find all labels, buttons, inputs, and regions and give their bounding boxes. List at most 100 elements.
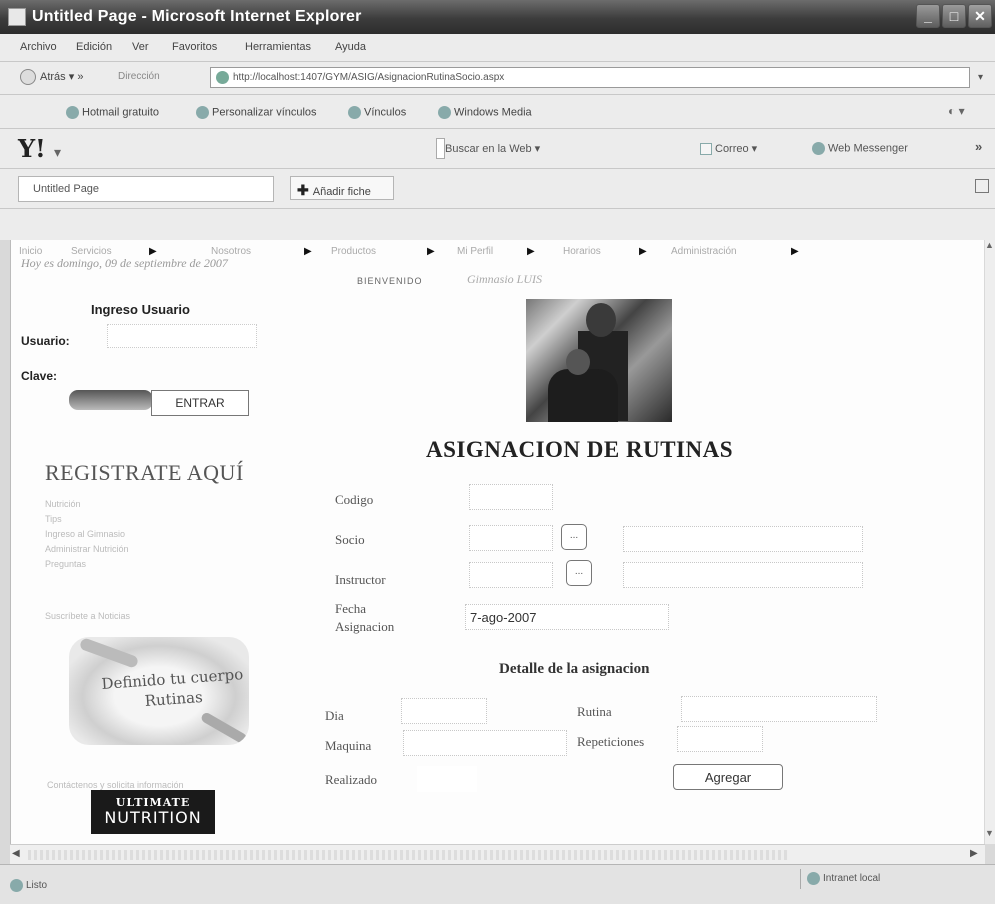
menu-archivo[interactable]: Archivo xyxy=(20,41,57,53)
globe-icon xyxy=(348,106,361,119)
password-input[interactable] xyxy=(69,390,153,410)
password-label: Clave: xyxy=(21,369,58,383)
title-bar: Untitled Page - Microsoft Internet Explo… xyxy=(0,0,995,34)
tab-untitled-page[interactable]: Untitled Page xyxy=(18,176,274,202)
globe-icon xyxy=(196,106,209,119)
menu-bar: Archivo Edición Ver Favoritos Herramient… xyxy=(0,34,995,62)
scroll-right-icon[interactable]: ▶ xyxy=(970,848,978,859)
nav-administracion[interactable]: Administración xyxy=(671,246,737,257)
instructor-lookup-button[interactable]: ... xyxy=(566,560,592,586)
login-title: Ingreso Usuario xyxy=(91,302,190,317)
realizado-checkbox[interactable] xyxy=(417,766,477,792)
back-arrow-icon xyxy=(20,69,36,85)
menu-ayuda[interactable]: Ayuda xyxy=(335,41,366,53)
maquina-label: Maquina xyxy=(325,738,372,753)
address-url: http://localhost:1407/GYM/ASIG/Asignacio… xyxy=(233,72,505,83)
promo-text: Definido tu cuerpo Rutinas xyxy=(100,665,244,710)
detail-title: Detalle de la asignacion xyxy=(499,661,650,677)
menu-ver[interactable]: Ver xyxy=(132,41,149,53)
register-link[interactable]: REGISTRATE AQUÍ xyxy=(45,460,244,486)
back-button[interactable]: Atrás ▾ » xyxy=(20,69,83,85)
favorite-label: Personalizar vínculos xyxy=(212,106,317,119)
ie-icon xyxy=(8,8,26,26)
user-input[interactable] xyxy=(107,324,257,348)
minimize-button[interactable]: _ xyxy=(916,4,940,28)
sidebar-link[interactable]: Administrar Nutrición xyxy=(45,542,129,557)
sidebar-link[interactable]: Ingreso al Gimnasio xyxy=(45,527,129,542)
favorite-link[interactable]: Windows Media xyxy=(438,106,532,119)
horizontal-scrollbar[interactable]: ◀ ▶ xyxy=(10,844,985,864)
toolbar-more-icon[interactable]: » xyxy=(975,139,982,154)
favorite-link[interactable]: Vínculos xyxy=(348,106,406,119)
nav-horarios[interactable]: Horarios xyxy=(563,246,601,257)
yahoo-search-button[interactable]: Buscar en la Web ▾ xyxy=(445,142,540,155)
messenger-icon xyxy=(812,142,825,155)
yahoo-mail-button[interactable]: Correo ▾ xyxy=(700,142,757,156)
instructor-name-field[interactable] xyxy=(623,562,863,588)
maquina-input[interactable] xyxy=(403,730,567,756)
socio-name-field[interactable] xyxy=(623,526,863,552)
mail-icon xyxy=(700,143,712,156)
sidebar-link[interactable]: Nutrición xyxy=(45,497,129,512)
nav-mi-perfil[interactable]: Mi Perfil xyxy=(457,246,493,257)
menu-favoritos[interactable]: Favoritos xyxy=(172,41,217,53)
page-status-icon xyxy=(10,879,23,892)
promo-image[interactable]: Definido tu cuerpo Rutinas xyxy=(69,637,249,745)
page-title: ASIGNACION DE RUTINAS xyxy=(426,437,733,462)
close-button[interactable]: ✕ xyxy=(968,4,992,28)
yahoo-mail-label: Correo xyxy=(715,143,749,155)
dia-label: Dia xyxy=(325,708,344,723)
yahoo-search-field[interactable] xyxy=(436,138,445,159)
gym-name: Gimnasio LUIS xyxy=(467,272,543,286)
fecha-input[interactable]: 7-ago-2007 xyxy=(465,604,669,630)
menu-herramientas[interactable]: Herramientas xyxy=(245,41,311,53)
socio-input[interactable] xyxy=(469,525,553,551)
login-button[interactable]: ENTRAR xyxy=(151,390,249,416)
welcome-text: BIENVENIDO xyxy=(357,276,423,286)
scroll-left-icon[interactable]: ◀ xyxy=(12,848,20,859)
sidebar-link[interactable]: Preguntas xyxy=(45,557,129,572)
nutrition-logo[interactable]: ULTIMATE NUTRITION xyxy=(91,790,215,834)
scroll-down-icon[interactable]: ▼ xyxy=(985,828,994,838)
newsletter-link[interactable]: Suscríbete a Noticias xyxy=(45,611,130,621)
instructor-label: Instructor xyxy=(335,572,386,587)
socio-lookup-button[interactable]: ... xyxy=(561,524,587,550)
nav-arrow-icon: ▶ xyxy=(304,246,312,257)
favorites-overflow-icon[interactable]: ◐ ▾ xyxy=(948,104,965,118)
zone-label: Intranet local xyxy=(823,873,881,885)
vertical-scrollbar[interactable] xyxy=(985,240,995,844)
page-viewport: Inicio Servicios ▶ Nosotros ▶ Productos … xyxy=(10,240,984,844)
favorite-link[interactable]: Personalizar vínculos xyxy=(196,106,317,119)
rutina-label: Rutina xyxy=(577,704,612,719)
instructor-input[interactable] xyxy=(469,562,553,588)
dia-input[interactable] xyxy=(401,698,487,724)
close-tab-icon[interactable] xyxy=(975,179,989,193)
repeticiones-input[interactable] xyxy=(677,726,763,752)
nav-productos[interactable]: Productos xyxy=(331,246,376,257)
yahoo-logo-text: Y! xyxy=(18,134,46,163)
yahoo-logo[interactable]: Y! ▾ xyxy=(18,134,61,163)
menu-edicion[interactable]: Edición xyxy=(76,41,112,53)
nav-arrow-icon: ▶ xyxy=(427,246,435,257)
sidebar-link[interactable]: Tips xyxy=(45,512,129,527)
fecha-label: Fecha Asignacion xyxy=(335,600,394,636)
maximize-button[interactable]: □ xyxy=(942,4,966,28)
fecha-label-line1: Fecha xyxy=(335,601,367,616)
security-zone: Intranet local xyxy=(800,869,990,889)
scroll-up-icon[interactable]: ▲ xyxy=(985,240,994,250)
yahoo-messenger-button[interactable]: Web Messenger xyxy=(812,142,908,155)
status-label: Listo xyxy=(26,880,48,892)
intranet-icon xyxy=(807,872,820,885)
scrollbar-thumb[interactable] xyxy=(28,850,788,860)
rutina-input[interactable] xyxy=(681,696,877,722)
status-text: Listo xyxy=(10,879,47,892)
address-dropdown-icon[interactable]: ▾ xyxy=(978,72,983,83)
nav-arrow-icon: ▶ xyxy=(639,246,647,257)
favorite-link[interactable]: Hotmail gratuito xyxy=(66,106,159,119)
codigo-input[interactable] xyxy=(469,484,553,510)
add-favorite-button[interactable]: ✚ Añadir fiche xyxy=(290,176,394,200)
nav-arrow-icon: ▶ xyxy=(791,246,799,257)
add-button[interactable]: Agregar xyxy=(673,764,783,790)
favorite-label: Vínculos xyxy=(364,106,407,119)
address-bar[interactable]: http://localhost:1407/GYM/ASIG/Asignacio… xyxy=(210,67,970,88)
